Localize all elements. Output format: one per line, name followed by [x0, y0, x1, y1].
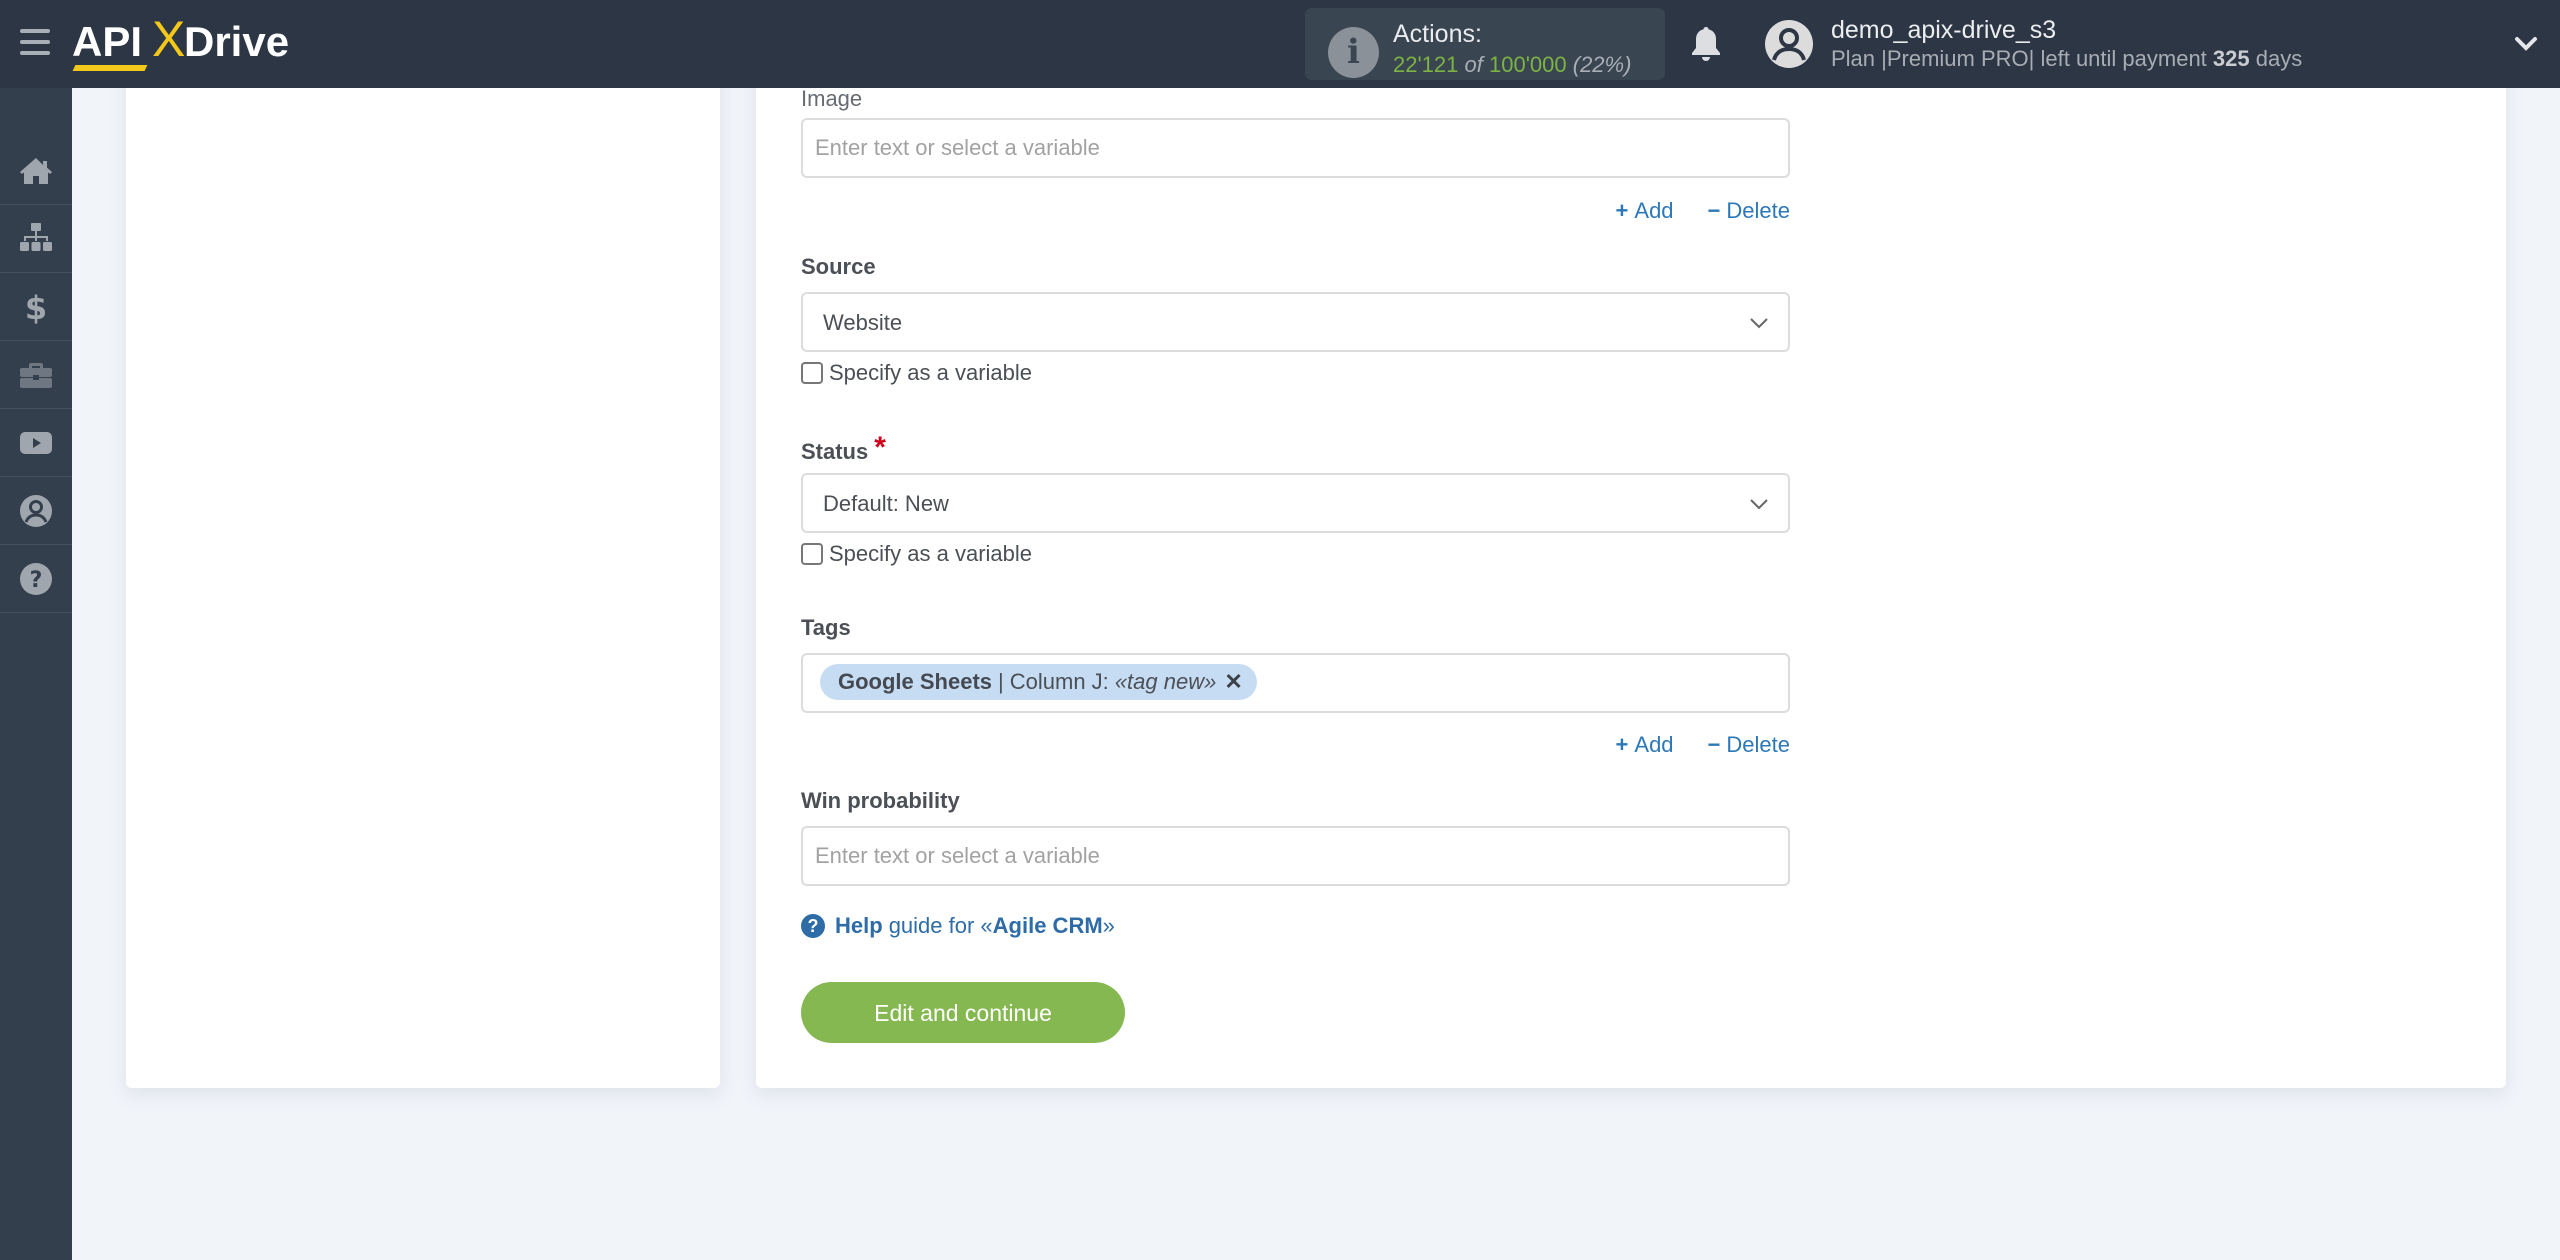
tags-add-delete: + Add − Delete — [1590, 732, 1790, 758]
agile-crm-link[interactable]: Agile CRM — [993, 913, 1103, 939]
menu-toggle-icon[interactable] — [20, 29, 50, 55]
status-specify-variable[interactable]: Specify as a variable — [801, 541, 1032, 567]
svg-text:?: ? — [30, 568, 43, 593]
chevron-down-icon — [1750, 318, 1768, 329]
sidebar-item-billing[interactable]: $ — [0, 273, 72, 341]
user-name[interactable]: demo_apix-drive_s3 — [1831, 16, 2056, 45]
info-icon: i — [1328, 27, 1379, 78]
help-link[interactable]: Help — [835, 913, 883, 939]
sidebar-item-home[interactable] — [0, 137, 72, 205]
source-label: Source — [801, 254, 876, 279]
image-field[interactable] — [801, 118, 1790, 178]
actions-label: Actions: — [1393, 20, 1482, 48]
delete-image-button[interactable]: − Delete — [1708, 198, 1790, 224]
status-select[interactable]: Default: New — [801, 473, 1790, 533]
win-probability-field[interactable] — [801, 826, 1790, 886]
source-specify-variable[interactable]: Specify as a variable — [801, 360, 1032, 386]
edit-and-continue-button[interactable]: Edit and continue — [801, 982, 1125, 1043]
source-variable-checkbox[interactable] — [801, 362, 823, 384]
top-header: API X Drive i Actions: 22'121 of 100'000… — [0, 0, 2560, 88]
chevron-down-icon — [1750, 499, 1768, 510]
question-circle-icon: ? — [20, 562, 52, 595]
svg-text:$: $ — [25, 289, 47, 325]
user-avatar-icon[interactable] — [1765, 20, 1813, 68]
sidebar-item-connections[interactable] — [0, 205, 72, 273]
source-select[interactable]: Website — [801, 292, 1790, 352]
tags-field[interactable]: Google Sheets | Column J: «tag new» ✕ — [801, 653, 1790, 713]
sidebar-item-services[interactable] — [0, 341, 72, 409]
user-circle-icon — [20, 494, 52, 527]
remove-tag-icon[interactable]: ✕ — [1224, 669, 1242, 695]
win-probability-label: Win probability — [801, 788, 960, 813]
required-mark: * — [874, 431, 886, 464]
home-icon — [20, 157, 52, 184]
tag-chip: Google Sheets | Column J: «tag new» ✕ — [820, 664, 1257, 700]
win-probability-input[interactable] — [803, 828, 1751, 884]
notification-bell-icon[interactable] — [1688, 24, 1724, 64]
sidebar-item-account[interactable] — [0, 477, 72, 545]
source-selected-value: Website — [823, 310, 903, 335]
sidebar: $ ? — [0, 88, 72, 1260]
add-tag-button[interactable]: + Add — [1616, 732, 1674, 758]
user-plan: Plan |Premium PRO| left until payment 32… — [1831, 46, 2303, 71]
status-variable-checkbox[interactable] — [801, 543, 823, 565]
left-panel — [126, 60, 720, 1088]
delete-tag-button[interactable]: − Delete — [1708, 732, 1790, 758]
chevron-down-icon[interactable] — [2512, 30, 2540, 58]
image-input[interactable] — [803, 120, 1751, 176]
sidebar-item-videos[interactable] — [0, 409, 72, 477]
image-add-delete: + Add − Delete — [1590, 198, 1790, 224]
image-label: Image — [801, 86, 863, 111]
dollar-icon: $ — [25, 289, 47, 325]
status-selected-value: Default: New — [823, 491, 949, 516]
actions-value: 22'121 of 100'000 (22%) — [1393, 52, 1632, 77]
briefcase-icon — [20, 362, 52, 388]
sitemap-icon — [20, 222, 52, 251]
status-label: Status * — [801, 431, 886, 464]
add-image-button[interactable]: + Add — [1616, 198, 1674, 224]
question-circle-icon: ? — [801, 914, 825, 938]
youtube-icon — [20, 431, 52, 454]
actions-counter: i Actions: 22'121 of 100'000 (22%) — [1305, 8, 1665, 80]
logo-underline — [72, 65, 148, 71]
help-guide: ? Help guide for «Agile CRM» — [801, 913, 1115, 939]
sidebar-item-help[interactable]: ? — [0, 545, 72, 613]
tags-label: Tags — [801, 615, 851, 640]
